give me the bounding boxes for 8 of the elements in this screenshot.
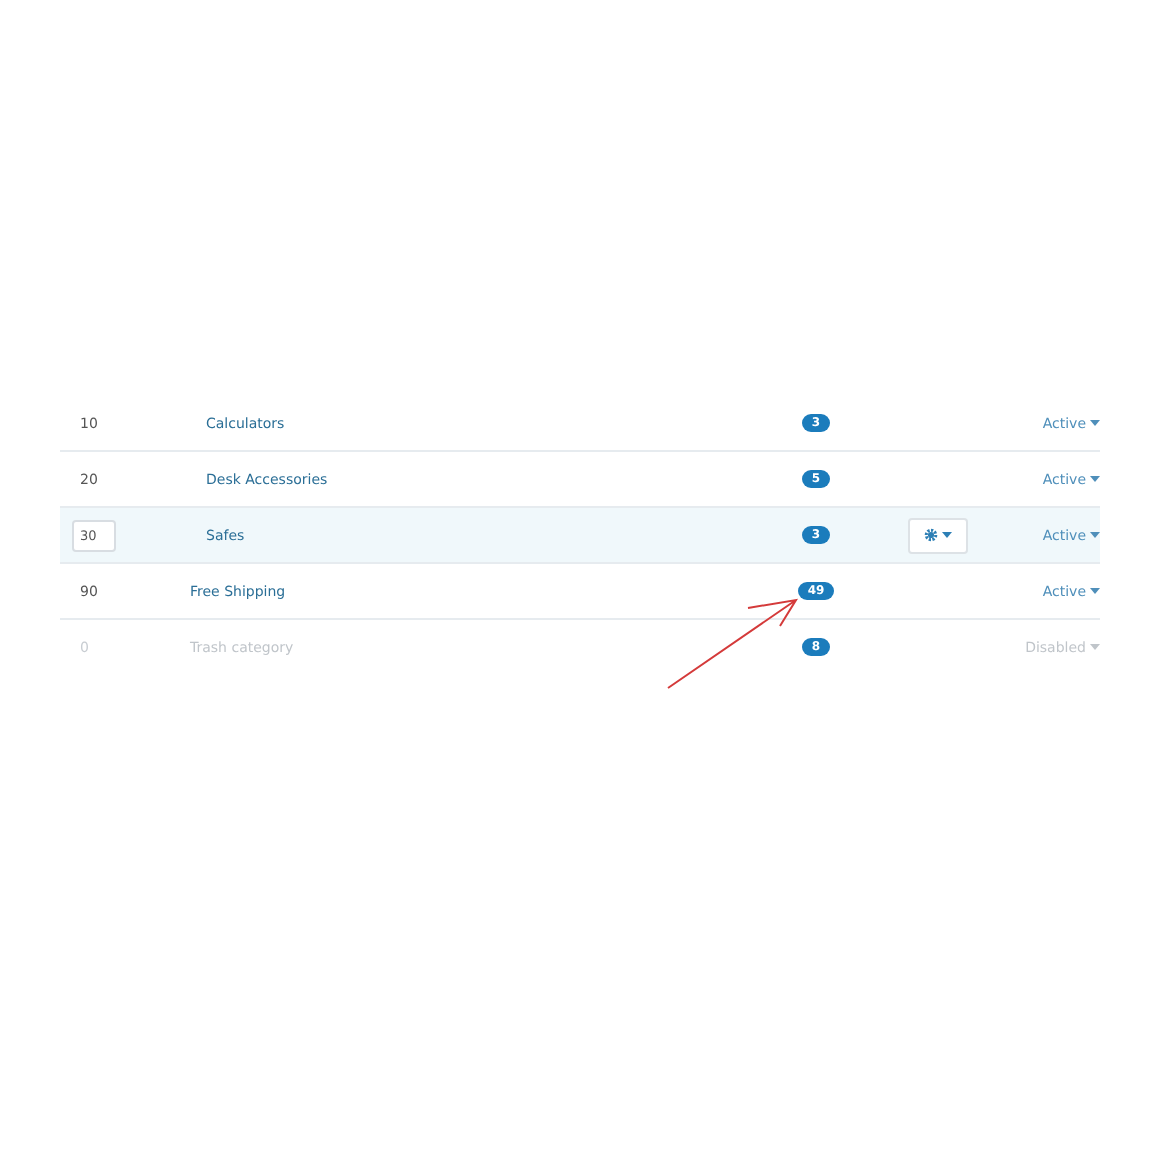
caret-icon [1090,644,1100,650]
caret-icon [1090,532,1100,538]
caret-icon [942,532,952,538]
caret-icon [1090,420,1100,426]
caret-icon [1090,588,1100,594]
settings-button[interactable] [908,517,968,553]
caret-icon [1090,476,1100,482]
settings-icon [924,528,938,542]
